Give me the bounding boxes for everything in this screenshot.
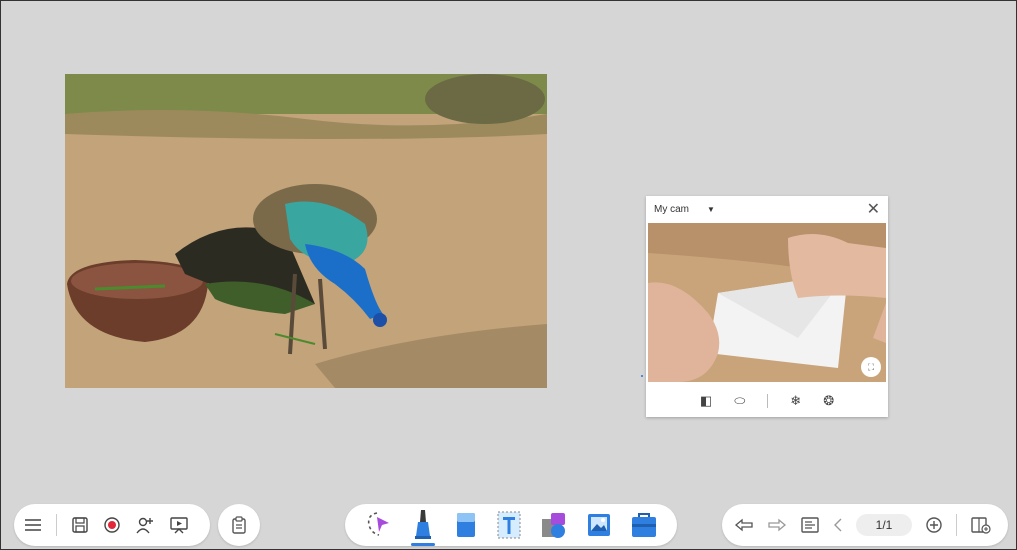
shape-tool[interactable] xyxy=(539,509,569,541)
cursor-dot xyxy=(641,375,643,377)
camera-header: My cam ▼ ✕ xyxy=(646,196,888,223)
toolbox-tool[interactable] xyxy=(629,509,659,541)
divider xyxy=(956,514,957,536)
record-icon[interactable] xyxy=(103,516,121,534)
caret-down-icon[interactable]: ▼ xyxy=(707,205,715,214)
menu-icon[interactable] xyxy=(24,518,42,532)
pages-icon[interactable] xyxy=(800,516,820,534)
toolbar-center xyxy=(345,504,677,546)
clipboard-icon[interactable] xyxy=(231,516,247,534)
undo-icon[interactable] xyxy=(734,517,754,533)
divider xyxy=(767,393,769,408)
freeze-icon[interactable]: ❄ xyxy=(790,393,801,409)
whiteboard-canvas[interactable]: My cam ▼ ✕ ⛶ ◧ ⬭ ❄ ❂ 1/1 xyxy=(1,1,1016,549)
plus-circle-icon[interactable] xyxy=(925,516,943,534)
toolbar-right: 1/1 xyxy=(722,504,1008,546)
present-icon[interactable] xyxy=(169,516,189,534)
peacock-photo[interactable] xyxy=(65,74,547,388)
toolbar-paste xyxy=(218,504,260,546)
mirror-icon[interactable]: ◧ xyxy=(700,393,712,409)
fullscreen-icon[interactable]: ⛶ xyxy=(861,357,881,377)
divider xyxy=(56,514,57,536)
camera-title: My cam xyxy=(654,204,689,215)
save-icon[interactable] xyxy=(71,516,89,534)
text-tool[interactable] xyxy=(495,509,523,541)
page-indicator[interactable]: 1/1 xyxy=(856,514,912,536)
camera-feed: ⛶ xyxy=(648,223,886,382)
camera-widget[interactable]: My cam ▼ ✕ ⛶ ◧ ⬭ ❄ ❂ xyxy=(646,196,888,417)
toolbar-left xyxy=(14,504,210,546)
rotate-icon[interactable]: ⬭ xyxy=(734,393,745,409)
board-add-icon[interactable] xyxy=(970,516,992,534)
eraser-tool[interactable] xyxy=(453,509,479,541)
chevron-left-icon[interactable] xyxy=(833,517,843,533)
select-tool[interactable] xyxy=(363,509,393,541)
camera-controls: ◧ ⬭ ❄ ❂ xyxy=(646,384,888,417)
close-icon[interactable]: ✕ xyxy=(867,201,880,218)
settings-icon[interactable]: ❂ xyxy=(823,393,834,409)
redo-icon[interactable] xyxy=(767,517,787,533)
add-user-icon[interactable] xyxy=(135,516,155,534)
pen-tool[interactable] xyxy=(409,508,437,546)
image-tool[interactable] xyxy=(585,509,613,541)
